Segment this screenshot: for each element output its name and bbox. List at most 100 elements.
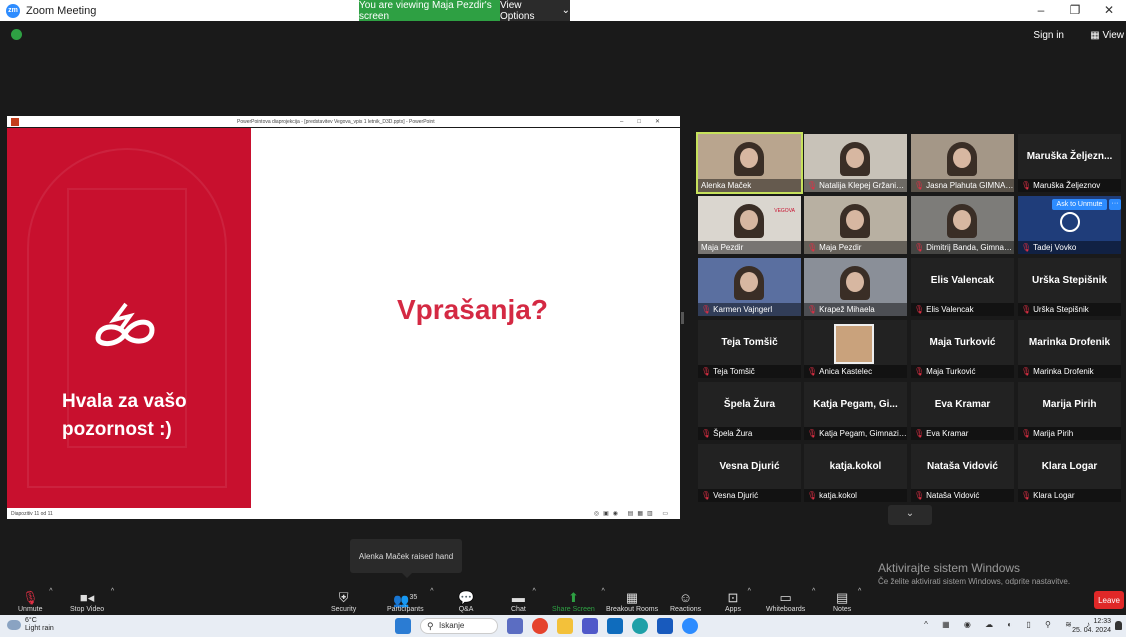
participant-name-tag: 🎙 Urška Stepišnik bbox=[1018, 303, 1121, 316]
close-button[interactable]: ✕ bbox=[1092, 0, 1126, 21]
clock[interactable]: 12:33 25. 04. 2024 bbox=[1072, 617, 1111, 635]
muted-mic-icon: 🎙 bbox=[914, 429, 925, 438]
participants-count: 35 bbox=[409, 594, 418, 601]
word-icon[interactable] bbox=[657, 618, 673, 634]
participant-tile[interactable]: Urška Stepišnik 🎙 Urška Stepišnik bbox=[1018, 258, 1121, 316]
notes-button[interactable]: ▤ Notes ^ bbox=[833, 585, 861, 615]
weather-widget[interactable]: 6°C Light rain bbox=[7, 617, 54, 633]
qa-button[interactable]: 💬 Q&A bbox=[458, 585, 474, 615]
caret-up-icon[interactable]: ^ bbox=[111, 588, 114, 595]
share-screen-button[interactable]: ⬆ Share Screen ^ bbox=[552, 585, 605, 615]
participant-tile[interactable]: 🎙 Maja Pezdir bbox=[804, 196, 907, 254]
muted-mic-icon: 🎙 bbox=[807, 181, 818, 190]
reactions-button[interactable]: ☺ Reactions bbox=[670, 585, 701, 615]
participant-name-tag: 🎙 Maruška Željeznov bbox=[1018, 179, 1121, 192]
outlook-icon[interactable] bbox=[607, 618, 623, 634]
participants-label: Participants bbox=[387, 606, 424, 613]
search-placeholder: Iskanje bbox=[439, 621, 465, 630]
file-explorer-icon[interactable] bbox=[557, 618, 573, 634]
participants-icon: 👥35 bbox=[393, 592, 418, 608]
participant-tile[interactable]: Teja Tomšič 🎙 Teja Tomšič bbox=[698, 320, 801, 378]
breakout-grid-icon: ▦ bbox=[625, 590, 639, 605]
participant-tile[interactable]: Špela Žura 🎙 Špela Žura bbox=[698, 382, 801, 440]
participant-name-tag: 🎙 Natalija Klepej Gržanič, ... bbox=[804, 179, 907, 192]
participant-tile[interactable]: VEGOVA Maja Pezdir bbox=[698, 196, 801, 254]
participant-tile[interactable]: Nataša Vidović 🎙 Nataša Vidović bbox=[911, 444, 1014, 502]
participant-tile[interactable]: Maja Turković 🎙 Maja Turković bbox=[911, 320, 1014, 378]
security-button[interactable]: ⛨ Security bbox=[331, 585, 356, 615]
chat-label: Chat bbox=[511, 606, 526, 613]
participant-name: Krapež Mihaela bbox=[819, 305, 875, 314]
participant-tile[interactable]: 🎙 Dimitrij Banda, Gimnazij... bbox=[911, 196, 1014, 254]
sign-in-link[interactable]: Sign in bbox=[1033, 30, 1064, 41]
caret-up-icon[interactable]: ^ bbox=[602, 588, 605, 595]
participant-tile[interactable]: 🎙 Natalija Klepej Gržanič, ... bbox=[804, 134, 907, 192]
caret-up-icon[interactable]: ^ bbox=[812, 588, 815, 595]
participant-face bbox=[846, 272, 864, 292]
share-screen-label: Share Screen bbox=[552, 606, 595, 613]
view-options-button[interactable]: View Options ⌄ bbox=[500, 0, 570, 22]
participant-tile[interactable]: katja.kokol 🎙 katja.kokol bbox=[804, 444, 907, 502]
notification-bell-icon[interactable] bbox=[1115, 621, 1122, 630]
edge-icon[interactable] bbox=[632, 618, 648, 634]
participant-tile[interactable]: 🎙 Jasna Plahuta GIMNAZIJ... bbox=[911, 134, 1014, 192]
participant-tile[interactable]: Alenka Maček bbox=[696, 132, 803, 194]
participant-tile[interactable]: Elis Valencak 🎙 Elis Valencak bbox=[911, 258, 1014, 316]
caret-up-icon[interactable]: ^ bbox=[430, 588, 433, 595]
maximize-button[interactable]: ❐ bbox=[1058, 0, 1092, 21]
participant-name-tag: Alenka Maček bbox=[698, 179, 801, 192]
participant-tile[interactable]: 🎙 Anica Kastelec bbox=[804, 320, 907, 378]
encryption-shield-icon[interactable] bbox=[11, 29, 22, 40]
leave-button[interactable]: Leave bbox=[1094, 591, 1124, 609]
zoom-icon[interactable] bbox=[682, 618, 698, 634]
thanks-line-2: pozornost :) bbox=[62, 419, 172, 440]
caret-up-icon[interactable]: ^ bbox=[858, 588, 861, 595]
participant-name: Teja Tomšič bbox=[713, 367, 755, 376]
participant-tile[interactable]: Marija Pirih 🎙 Marija Pirih bbox=[1018, 382, 1121, 440]
participant-tile[interactable]: Marinka Drofenik 🎙 Marinka Drofenik bbox=[1018, 320, 1121, 378]
apps-button[interactable]: ⊡ Apps ^ bbox=[725, 585, 751, 615]
participant-face bbox=[740, 148, 758, 168]
view-button[interactable]: ▦ View bbox=[1090, 30, 1124, 41]
participant-display-name: Marinka Drofenik bbox=[1028, 337, 1111, 348]
taskbar-search[interactable]: Iskanje bbox=[420, 618, 498, 634]
vegova-label: VEGOVA bbox=[774, 208, 795, 214]
view-label: View bbox=[1102, 30, 1125, 41]
windows-taskbar: 6°CLight rain Iskanje ^ ▦ ◉ ☁ ◐ ▯ ⚲ ≋ ♪ … bbox=[0, 615, 1126, 637]
task-view-icon[interactable] bbox=[507, 618, 523, 634]
participant-tile[interactable]: Eva Kramar 🎙 Eva Kramar bbox=[911, 382, 1014, 440]
raised-hand-notification: Alenka Maček raised hand bbox=[350, 539, 462, 578]
caret-up-icon[interactable]: ^ bbox=[49, 588, 52, 595]
participant-tile[interactable]: Maruška Željezn... 🎙 Maruška Željeznov bbox=[1018, 134, 1121, 192]
gallery-more-chevron[interactable]: ⌄ bbox=[888, 505, 932, 525]
stop-video-button[interactable]: ■◂ Stop Video ^ bbox=[70, 585, 114, 615]
activate-line-1: Aktivirajte sistem Windows bbox=[878, 561, 1021, 575]
caret-up-icon[interactable]: ^ bbox=[748, 588, 751, 595]
participant-tile[interactable]: 🎙 Karmen Vajngerl bbox=[698, 258, 801, 316]
caret-up-icon[interactable]: ^ bbox=[533, 588, 536, 595]
unmute-button[interactable]: 🎙 Unmute ^ bbox=[18, 585, 53, 615]
participant-name: Nataša Vidović bbox=[926, 491, 980, 500]
resize-handle[interactable] bbox=[681, 312, 684, 324]
minimize-button[interactable]: – bbox=[1024, 0, 1058, 21]
view-mode-icons: ◎▣◉ ▤▦▥ ▭ bbox=[593, 511, 672, 517]
participant-name: Marija Pirih bbox=[1033, 429, 1074, 438]
chrome-icon[interactable] bbox=[532, 618, 548, 634]
more-options-button[interactable]: ··· bbox=[1109, 199, 1121, 210]
participants-button[interactable]: 👥35 Participants ^ bbox=[387, 585, 434, 615]
muted-mic-icon: 🎙 bbox=[1021, 243, 1032, 252]
participant-tile[interactable]: Katja Pegam, Gi... 🎙 Katja Pegam, Gimnazij… bbox=[804, 382, 907, 440]
breakout-rooms-button[interactable]: ▦ Breakout Rooms bbox=[606, 585, 658, 615]
participant-tile[interactable]: Klara Logar 🎙 Klara Logar bbox=[1018, 444, 1121, 502]
teams-icon[interactable] bbox=[582, 618, 598, 634]
system-tray-icons[interactable]: ^ ▦ ◉ ☁ ◐ ▯ ⚲ ≋ ♪ bbox=[924, 620, 1096, 629]
chat-button[interactable]: ▬ Chat ^ bbox=[511, 585, 536, 615]
participant-display-name: Eva Kramar bbox=[934, 399, 991, 410]
breakout-label: Breakout Rooms bbox=[606, 606, 659, 613]
participant-tile[interactable]: 🎙 Krapež Mihaela bbox=[804, 258, 907, 316]
windows-start-icon[interactable] bbox=[395, 618, 411, 634]
ask-to-unmute-button[interactable]: Ask to Unmute bbox=[1052, 199, 1107, 210]
rain-cloud-icon bbox=[7, 620, 21, 630]
participant-tile[interactable]: Vesna Djurić 🎙 Vesna Djurić bbox=[698, 444, 801, 502]
whiteboards-button[interactable]: ▭ Whiteboards ^ bbox=[766, 585, 815, 615]
